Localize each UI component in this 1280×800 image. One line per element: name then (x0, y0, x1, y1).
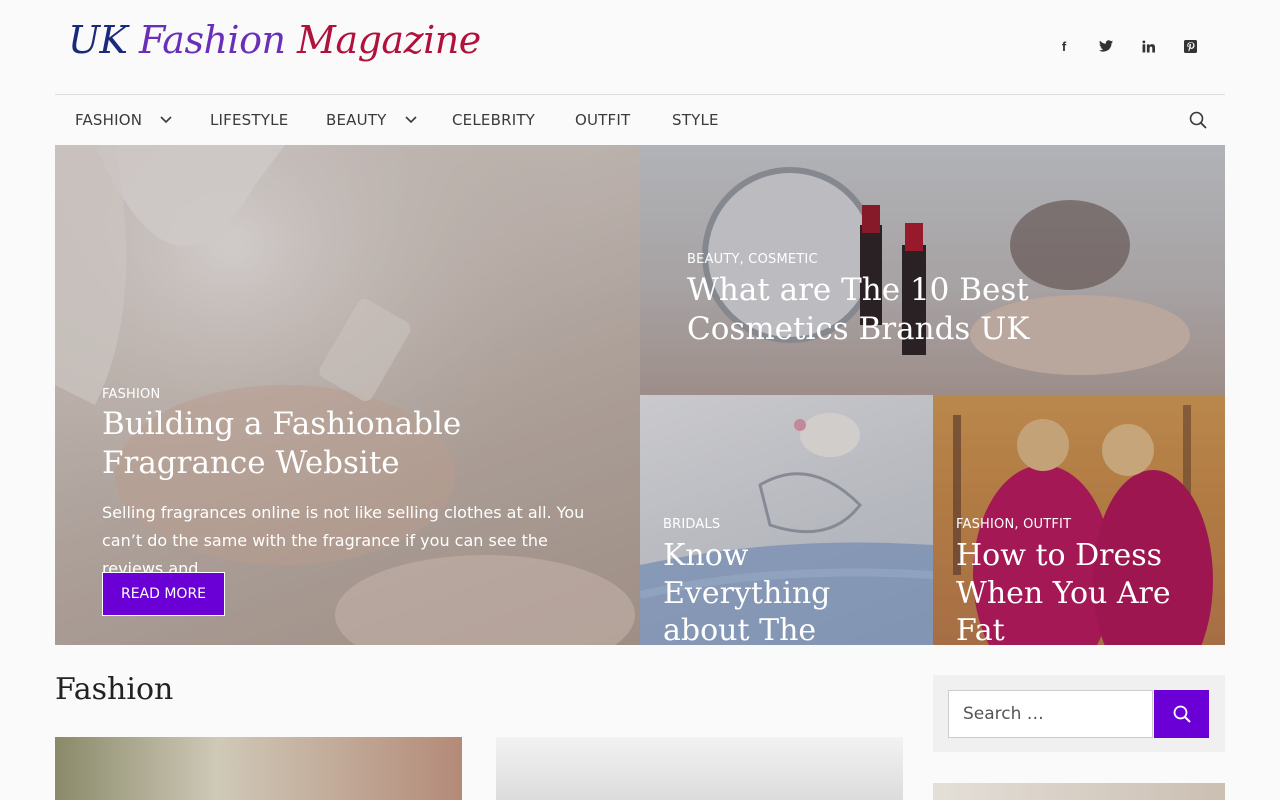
sidebar-post-thumbnail[interactable] (933, 783, 1225, 800)
category-link[interactable]: COSMETIC (748, 252, 817, 267)
hero-main-title[interactable]: Building a Fashionable Fragrance Website (102, 405, 602, 483)
hero-main-excerpt: Selling fragrances online is not like se… (102, 503, 585, 578)
nav-item-beauty[interactable]: BEAUTY (326, 95, 417, 145)
main-navigation: FASHION LIFESTYLE BEAUTY CELEBRITY OUTFI… (55, 94, 1225, 145)
post-thumbnail[interactable] (496, 737, 903, 800)
nav-item-style[interactable]: STYLE (672, 95, 719, 145)
hero-bottom-left-category[interactable]: BRIDALS (663, 517, 720, 532)
post-thumbnail[interactable] (55, 737, 462, 800)
hero-bottom-left-title[interactable]: Know Everything about The (663, 537, 923, 645)
hero-top-right-title[interactable]: What are The 10 Best Cosmetics Brands UK (687, 271, 1187, 349)
site-logo[interactable]: UK Fashion Magazine (68, 18, 481, 62)
hero-grid: FASHION Building a Fashionable Fragrance… (55, 145, 1225, 645)
nav-item-fashion[interactable]: FASHION (75, 95, 172, 145)
category-link[interactable]: BEAUTY (687, 252, 740, 267)
hero-main-category[interactable]: FASHION (102, 387, 160, 402)
category-link[interactable]: FASHION (956, 517, 1014, 532)
nav-label: CELEBRITY (452, 111, 536, 129)
search-input[interactable]: Search … (948, 690, 1153, 738)
nav-label: BEAUTY (326, 111, 387, 129)
hero-bottom-right-tile[interactable]: FASHION, OUTFIT How to Dress When You Ar… (933, 395, 1225, 645)
logo-magazine: Magazine (297, 18, 481, 62)
category-link[interactable]: OUTFIT (1023, 517, 1071, 532)
pinterest-icon[interactable] (1180, 36, 1200, 56)
hero-bottom-right-categories: FASHION, OUTFIT (956, 517, 1072, 532)
tile-overlay (640, 145, 1225, 395)
logo-fashion: Fashion (139, 18, 286, 62)
logo-uk: UK (68, 18, 128, 62)
nav-label: OUTFIT (575, 111, 631, 129)
read-more-button[interactable]: READ MORE (102, 572, 225, 616)
chevron-down-icon (404, 96, 417, 146)
chevron-down-icon (160, 96, 172, 146)
facebook-icon[interactable]: f (1054, 36, 1074, 56)
site-header: UK Fashion Magazine f (0, 0, 1280, 94)
hero-bottom-right-title[interactable]: How to Dress When You Are Fat (956, 537, 1216, 645)
nav-item-lifestyle[interactable]: LIFESTYLE (210, 95, 288, 145)
hero-main-tile[interactable]: FASHION Building a Fashionable Fragrance… (55, 145, 640, 645)
search-button[interactable] (1154, 690, 1209, 738)
nav-item-outfit[interactable]: OUTFIT (575, 95, 630, 145)
hero-top-right-tile[interactable]: BEAUTY, COSMETIC What are The 10 Best Co… (640, 145, 1225, 395)
hero-bottom-left-tile[interactable]: BRIDALS Know Everything about The (640, 395, 933, 645)
sidebar-search-widget: Search … (933, 675, 1225, 752)
twitter-icon[interactable] (1096, 36, 1116, 56)
hero-top-right-categories: BEAUTY, COSMETIC (687, 252, 818, 267)
nav-item-celebrity[interactable]: CELEBRITY (452, 95, 535, 145)
section-title: Fashion (55, 672, 174, 707)
linkedin-icon[interactable] (1138, 36, 1158, 56)
nav-label: STYLE (672, 111, 719, 129)
search-icon[interactable] (1189, 111, 1207, 129)
nav-label: FASHION (75, 111, 143, 129)
search-icon (1173, 705, 1191, 723)
nav-label: LIFESTYLE (210, 111, 289, 129)
